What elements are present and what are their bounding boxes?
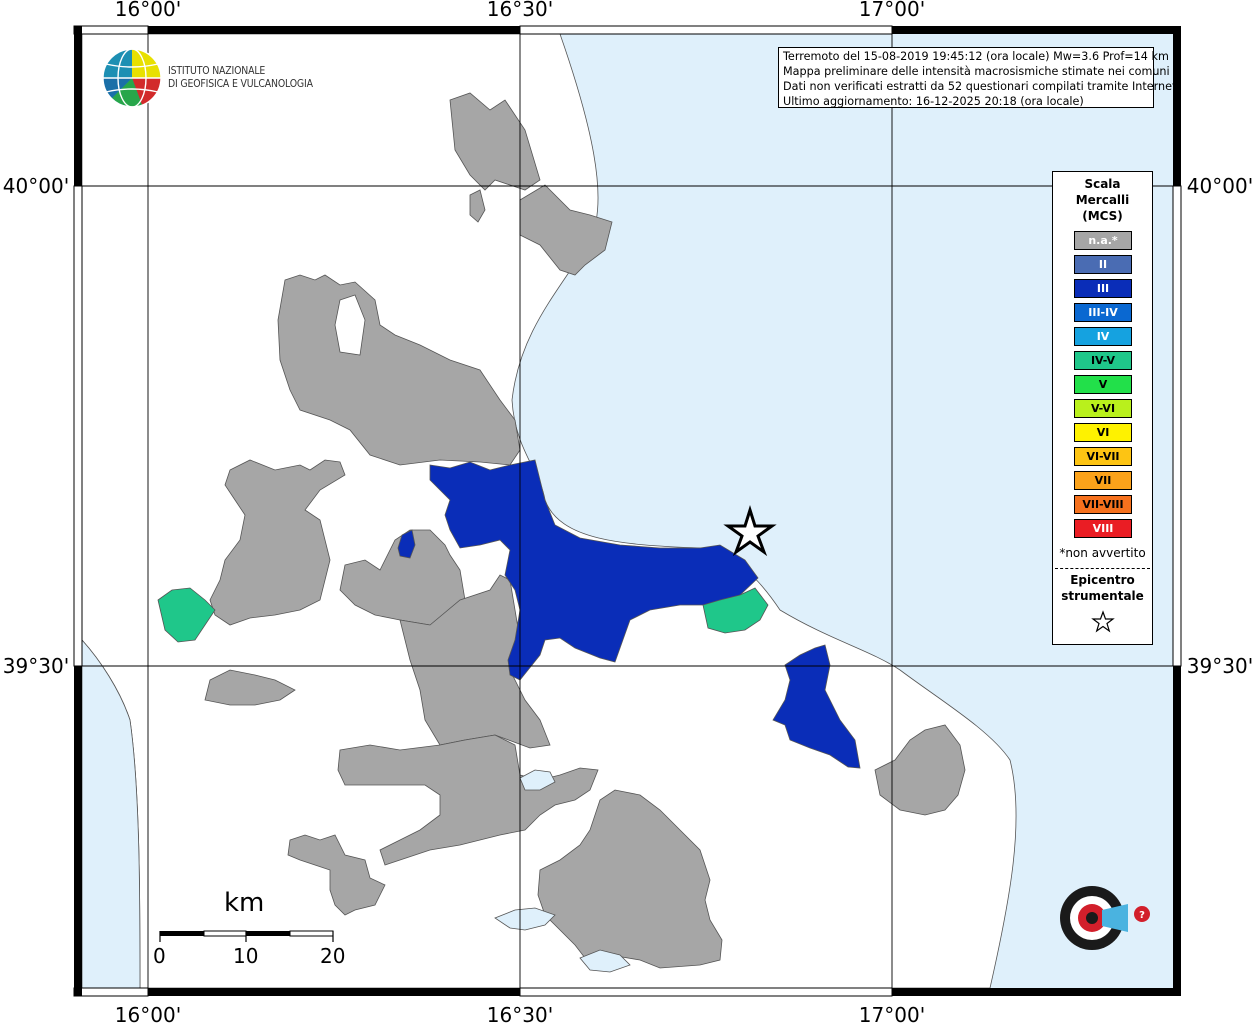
y-tick-right-1: 40°00' — [1187, 174, 1253, 198]
legend-item: II — [1074, 255, 1132, 274]
legend-item: V — [1074, 375, 1132, 394]
legend-epicenter-label: Epicentro strumentale — [1053, 572, 1152, 604]
legend-item: VI-VII — [1074, 447, 1132, 466]
x-tick-bottom-3: 17°00' — [859, 1003, 925, 1024]
legend-note: *non avvertito — [1059, 546, 1146, 560]
haisentito-emblem-icon: ? — [1060, 886, 1150, 950]
scale-label-20: 20 — [320, 944, 346, 968]
institute-name: ISTITUTO NAZIONALE DI GEOFISICA E VULCAN… — [168, 64, 313, 90]
x-tick-top-2: 16°30' — [487, 0, 553, 21]
legend-item: VI — [1074, 423, 1132, 442]
scale-label-0: 0 — [153, 944, 166, 968]
legend-item: n.a.* — [1074, 231, 1132, 250]
legend-title-2: Mercalli — [1075, 193, 1130, 207]
legend-separator — [1055, 568, 1150, 569]
x-tick-bottom-2: 16°30' — [487, 1003, 553, 1024]
y-tick-left-1: 40°00' — [3, 174, 69, 198]
institute-line-1: ISTITUTO NAZIONALE — [168, 64, 266, 77]
legend-item: IV — [1074, 327, 1132, 346]
info-line-1: Terremoto del 15-08-2019 19:45:12 (ora l… — [783, 50, 1169, 63]
legend-item: IV-V — [1074, 351, 1132, 370]
legend-item: VII-VIII — [1074, 495, 1132, 514]
y-tick-right-2: 39°30' — [1187, 654, 1253, 678]
ingv-globe-icon — [102, 48, 162, 108]
x-tick-top-1: 16°00' — [115, 0, 181, 21]
legend-item: III-IV — [1074, 303, 1132, 322]
info-line-2: Mappa preliminare delle intensità macros… — [783, 65, 1170, 78]
y-tick-left-2: 39°30' — [3, 654, 69, 678]
legend-star-icon — [1091, 610, 1115, 633]
legend-epicenter-line-2: strumentale — [1061, 589, 1144, 603]
legend-epicenter-line-1: Epicentro — [1070, 573, 1135, 587]
legend-title-1: Scala — [1084, 177, 1121, 191]
legend-title-3: (MCS) — [1082, 209, 1123, 223]
x-tick-top-3: 17°00' — [859, 0, 925, 21]
legend-item: III — [1074, 279, 1132, 298]
institute-line-2: DI GEOFISICA E VULCANOLOGIA — [168, 77, 313, 90]
legend-item: VIII — [1074, 519, 1132, 538]
scale-bar-title: km — [224, 888, 265, 918]
scale-label-10: 10 — [233, 944, 259, 968]
event-info-box: Terremoto del 15-08-2019 19:45:12 (ora l… — [778, 47, 1180, 108]
haisentito-logo: ? — [1030, 850, 1170, 980]
info-line-4: Ultimo aggiornamento: 16-12-2025 20:18 (… — [783, 95, 1084, 108]
intensity-legend: Scala Mercalli (MCS) n.a.* II III III-IV IV I… — [1052, 171, 1153, 645]
info-line-3: Dati non verificati estratti da 52 quest… — [783, 80, 1180, 93]
legend-title: Scala Mercalli (MCS) — [1053, 176, 1152, 224]
legend-item: V-VI — [1074, 399, 1132, 418]
svg-text:?: ? — [1139, 910, 1145, 921]
legend-item: VII — [1074, 471, 1132, 490]
x-tick-bottom-1: 16°00' — [115, 1003, 181, 1024]
